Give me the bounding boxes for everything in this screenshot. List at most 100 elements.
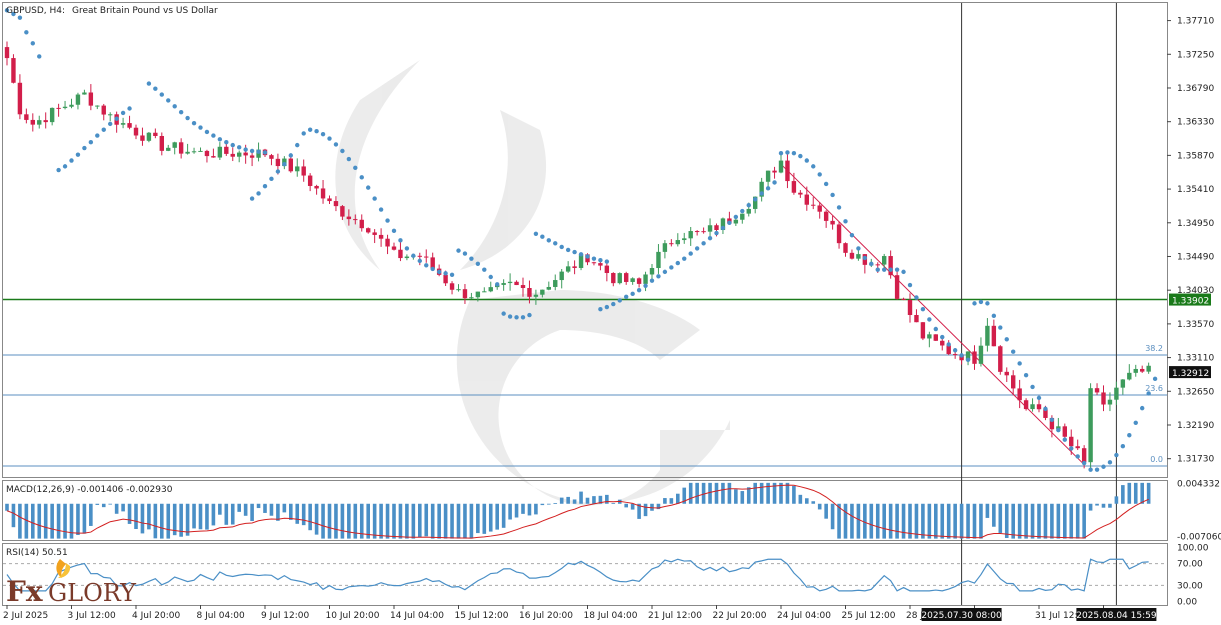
macd-bar — [1127, 482, 1132, 504]
sar-dot — [1062, 437, 1068, 442]
macd-bar — [463, 503, 467, 539]
macd-bar — [856, 503, 861, 539]
chart-description: Great Britain Pound vs US Dollar — [72, 6, 218, 16]
macd-bar — [95, 503, 100, 505]
sar-dot — [1036, 395, 1042, 401]
x-tick-label: 14 Jul 04:00 — [390, 611, 444, 621]
candle-body — [894, 275, 900, 299]
candle-body — [191, 151, 197, 153]
candle-body — [372, 232, 377, 235]
fib-level-label: 38.2 — [1145, 344, 1163, 353]
sar-dot — [1069, 446, 1074, 451]
y-tick-label: 1.33570 — [1177, 320, 1214, 330]
candle-body — [1011, 375, 1016, 389]
macd-bar — [624, 503, 628, 508]
current-price-label: 1.32912 — [1172, 369, 1209, 379]
rsi-title: RSI(14) 50.51 — [6, 548, 68, 558]
macd-bar — [50, 503, 54, 539]
sar-dot — [243, 147, 248, 152]
sar-dot — [108, 121, 113, 127]
sar-dot — [952, 348, 958, 353]
macd-bar — [469, 503, 474, 539]
sar-dot — [230, 142, 235, 148]
candle-body — [920, 322, 926, 339]
candle-body — [378, 234, 384, 239]
candle-body — [514, 281, 519, 286]
sar-dot — [617, 298, 622, 303]
sar-dot — [249, 196, 255, 201]
macd-bar — [708, 482, 712, 504]
y-tick-label: 1.32650 — [1177, 387, 1214, 397]
macd-bar — [1011, 503, 1015, 539]
support-level-label: 1.33902 — [1172, 297, 1209, 307]
sar-dot — [378, 207, 384, 212]
candle-body — [746, 208, 751, 214]
candle-body — [237, 152, 242, 157]
main-pane-frame — [2, 2, 1168, 478]
sar-dot — [514, 315, 519, 320]
macd-bar — [734, 489, 738, 504]
macd-bar — [740, 491, 745, 504]
y-tick-label: 1.34950 — [1177, 219, 1214, 229]
sar-dot — [843, 219, 848, 224]
macd-bar — [753, 482, 757, 504]
macd-bar — [134, 503, 138, 529]
sar-dot — [391, 228, 397, 234]
candle-body — [688, 231, 693, 239]
candle-body — [469, 297, 474, 299]
macd-bar — [153, 503, 158, 539]
sar-dot — [24, 30, 29, 35]
macd-bar — [89, 503, 93, 526]
sar-dot — [959, 353, 964, 358]
macd-bar — [959, 503, 964, 539]
x-tick-label: 25 Jul 12:00 — [842, 611, 896, 621]
sar-dot — [882, 267, 887, 272]
candle-body — [1146, 365, 1151, 372]
sar-dot — [894, 267, 900, 272]
sar-dot — [604, 259, 610, 264]
sar-dot — [449, 272, 455, 277]
sar-dot — [733, 214, 739, 220]
macd-bar — [488, 503, 493, 532]
candle-body — [198, 150, 203, 152]
macd-bar — [953, 503, 957, 539]
rsi-tick-label: 30.00 — [1177, 581, 1203, 591]
macd-bar — [792, 485, 796, 504]
candle-body — [914, 315, 919, 323]
macd-bar — [605, 494, 609, 504]
macd-bar — [863, 503, 867, 539]
candle-body — [740, 213, 745, 220]
macd-bar — [282, 503, 287, 513]
sar-dot — [565, 247, 571, 253]
sar-dot — [282, 161, 287, 167]
sar-dot — [1094, 467, 1100, 472]
macd-bar — [966, 503, 970, 539]
candle-body — [224, 146, 229, 154]
sar-dot — [978, 299, 984, 305]
sar-dot — [1011, 349, 1016, 354]
macd-tick-label: -0.007060 — [1177, 533, 1221, 543]
macd-bar — [1043, 503, 1048, 539]
candle-body — [482, 291, 487, 293]
macd-bar — [243, 503, 248, 516]
candle-body — [288, 158, 293, 172]
sar-dot — [688, 251, 693, 256]
candle-body — [172, 142, 177, 148]
candle-body — [424, 256, 429, 258]
macd-bar — [218, 503, 222, 515]
crosshair-time-label: 2025.07.30 08:00 — [921, 611, 1002, 621]
y-tick-label: 1.35410 — [1177, 185, 1214, 195]
candle-body — [211, 156, 216, 158]
sar-dot — [411, 253, 416, 258]
macd-bar — [256, 503, 261, 509]
sar-dot — [269, 176, 274, 182]
sar-dot — [1081, 460, 1087, 466]
macd-bar — [579, 491, 583, 504]
macd-bar — [147, 503, 151, 530]
candle-body — [804, 194, 809, 205]
candle-body — [88, 92, 94, 106]
macd-bar — [385, 503, 390, 539]
candle-body — [694, 231, 700, 233]
x-tick-label: 9 Jul 12:00 — [261, 611, 310, 621]
macd-bar — [811, 501, 816, 504]
